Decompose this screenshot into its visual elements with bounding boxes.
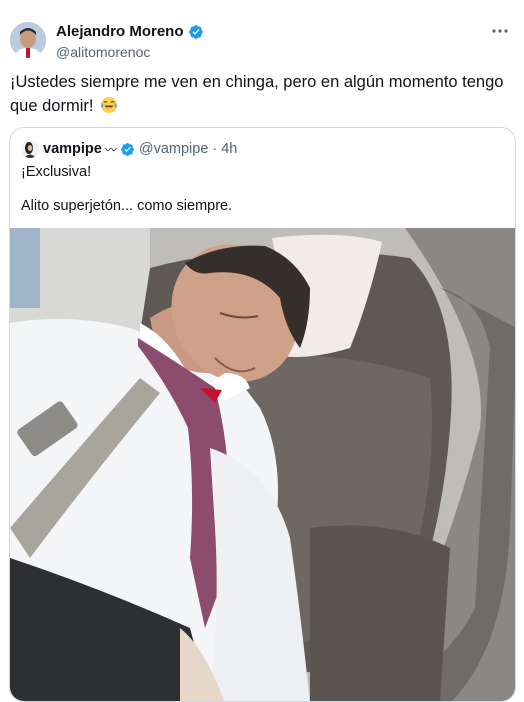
verified-badge-icon [120, 142, 134, 156]
author-handle[interactable]: @alitomorenoc [56, 44, 204, 60]
quoted-name-suffix: 〰 [104, 142, 117, 157]
tweet: Alejandro Moreno @alitomorenoc ¡Ustedes … [0, 0, 524, 702]
tweet-text: ¡Ustedes siempre me ven en chinga, pero … [10, 73, 504, 115]
more-options-icon[interactable] [490, 24, 510, 38]
verified-badge-icon [188, 24, 203, 39]
quoted-text-line-1: ¡Exclusiva! [21, 164, 92, 180]
quoted-photo[interactable] [10, 228, 516, 702]
quoted-author-name[interactable]: vampipe [43, 141, 102, 157]
quoted-tweet[interactable]: vampipe 〰 @vampipe · 4h ¡Exclusiva! Alit… [9, 127, 516, 702]
quoted-text-line-2: Alito superjetón... como siempre. [21, 198, 233, 214]
author-info: Alejandro Moreno @alitomorenoc [56, 22, 204, 60]
quoted-avatar[interactable] [21, 140, 39, 158]
author-avatar[interactable] [10, 22, 46, 58]
quoted-author-handle[interactable]: @vampipe [139, 141, 209, 157]
separator-dot: · [212, 141, 218, 157]
quoted-timestamp[interactable]: 4h [221, 141, 237, 157]
quoted-tweet-header: vampipe 〰 @vampipe · 4h [21, 140, 237, 158]
tears-of-joy-emoji-icon [100, 97, 118, 113]
author-name[interactable]: Alejandro Moreno [56, 23, 184, 40]
tweet-text-container: ¡Ustedes siempre me ven en chinga, pero … [10, 70, 510, 118]
